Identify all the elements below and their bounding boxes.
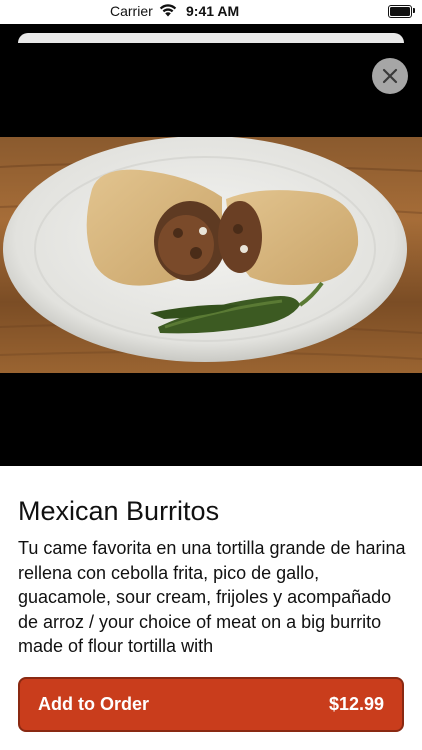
add-to-order-button[interactable]: Add to Order $12.99 — [18, 677, 404, 732]
battery-icon — [388, 5, 412, 18]
item-description: Tu came favorita en una tortilla grande … — [18, 538, 406, 656]
battery-tip — [413, 8, 415, 13]
item-title: Mexican Burritos — [18, 496, 220, 526]
wifi-icon — [159, 4, 177, 17]
item-details: Mexican Burritos Tu came favorita en una… — [0, 466, 422, 750]
burrito-photo — [0, 137, 422, 373]
add-to-order-label: Add to Order — [38, 694, 149, 714]
item-media — [0, 43, 422, 466]
close-button[interactable] — [372, 58, 408, 94]
item-price: $12.99 — [328, 694, 384, 714]
clock: 9:41 AM — [186, 3, 240, 19]
status-bar: Carrier 9:41 AM — [0, 0, 422, 24]
close-icon — [382, 68, 398, 84]
carrier-label: Carrier — [110, 3, 153, 19]
